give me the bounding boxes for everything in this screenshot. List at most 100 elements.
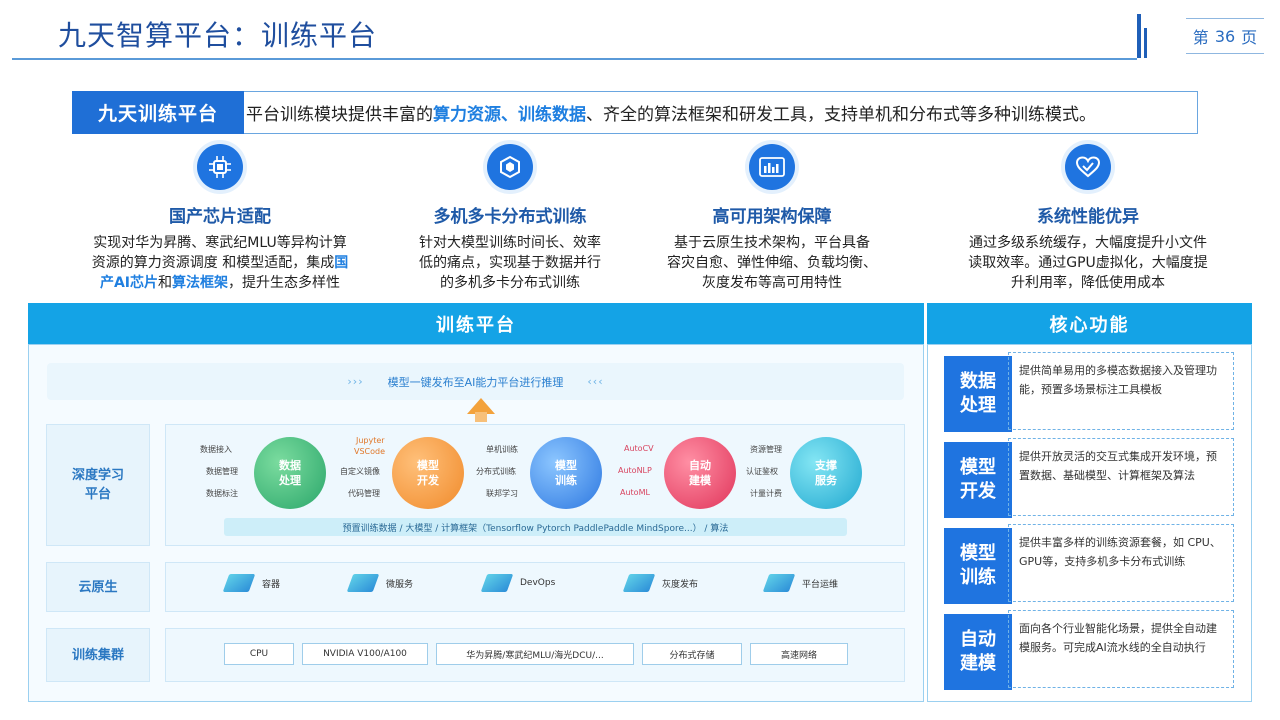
row-label-training-cluster: 训练集群 [46,628,150,682]
feature-chip-adaptation: 国产芯片适配 实现对华为昇腾、寒武纪MLU等异构计算 资源的算力资源调度 和模型… [70,144,370,293]
core-function-tag-line: 数据 [960,371,996,392]
cloud-item-label: DevOps [520,578,556,588]
core-functions-header: 核心功能 [927,303,1252,344]
container-icon [222,574,256,592]
up-arrow-stem [475,412,487,422]
cloud-item-label: 微服务 [386,579,414,590]
cube-network-icon [487,144,533,190]
core-function-tag: 自动 建模 [944,614,1012,690]
module-item: 单机训练 [486,445,518,454]
feature-desc-line: 容灾自愈、弹性伸缩、负载均衡、 [667,255,877,271]
feature-desc-join: 和 [158,275,173,291]
feature-desc: 针对大模型训练时间长、效率 低的痛点，实现基于数据并行 的多机多卡分布式训练 [360,233,660,293]
core-function-desc: 提供简单易用的多模态数据接入及管理功能，预置多场景标注工具模板 [1008,352,1234,430]
banner-text-b: 、齐全的算法框架和研发工具，支持单机和分布式等多种训练模式。 [586,105,1096,125]
row-label-cloud-native: 云原生 [46,562,150,612]
hardware-item: 华为昇腾/寒武纪MLU/海光DCU/... [436,643,634,665]
feature-desc-line: 读取效率。通过GPU虚拟化，大幅度提 [968,255,1208,271]
module-support-services: 支撑 服务 [790,437,862,509]
cloud-item-label: 平台运维 [802,579,839,590]
module-item: 数据管理 [206,467,238,476]
module-model-training: 模型 训练 [530,437,602,509]
feature-performance: 系统性能优异 通过多级系统缓存，大幅度提升小文件 读取效率。通过GPU虚拟化，大… [938,144,1238,293]
cloud-item-label: 容器 [262,579,281,590]
core-function-model-training: 模型 训练 提供丰富多样的训练资源套餐，如 CPU、 GPU等，支持多机多卡分布式… [944,524,1234,604]
module-item: AutoML [620,488,650,497]
core-function-tag-line: 模型 [960,543,996,564]
heart-check-icon [1065,144,1111,190]
module-item: 分布式训练 [476,467,516,476]
page-number-box: 第 36 页 [1186,18,1264,54]
module-label: 服务 [815,474,837,487]
module-item: 计量计费 [750,489,782,498]
intro-banner: 九天训练平台 平台训练模块提供丰富的算力资源、训练数据、齐全的算法框架和研发工具… [72,90,1198,134]
feature-desc: 通过多级系统缓存，大幅度提升小文件 读取效率。通过GPU虚拟化，大幅度提 升利用… [938,233,1238,293]
module-label: 训练 [555,474,577,487]
banner-highlight-compute: 算力资源 [433,105,501,125]
module-label: 建模 [689,474,711,487]
module-item: 联邦学习 [486,489,518,498]
ops-icon [762,574,796,592]
core-function-desc: 提供开放灵活的交互式集成开发环境，预置数据、基础模型、计算框架及算法 [1008,438,1234,516]
row-label-deep-learning: 深度学习 平台 [46,424,150,546]
module-item: AutoNLP [618,466,652,475]
module-label: 开发 [417,474,439,487]
cloud-item: 容器 [222,574,281,592]
publish-bar: ››› 模型一键发布至AI能力平台进行推理 ‹‹‹ [47,363,904,400]
row-label-line: 平台 [84,487,111,502]
arrow-left-decoration: ‹‹‹ [587,375,604,388]
feature-distributed-training: 多机多卡分布式训练 针对大模型训练时间长、效率 低的痛点，实现基于数据并行 的多… [360,144,660,293]
core-function-tag-line: 自动 [960,629,996,650]
core-function-desc: 提供丰富多样的训练资源套餐，如 CPU、 GPU等，支持多机多卡分布式训练 [1008,524,1234,602]
title-underline [12,58,1137,60]
module-item: Jupyter [356,436,385,445]
banner-highlight-sep: 、 [501,105,518,125]
core-function-tag-line: 处理 [960,395,996,416]
page-title: 九天智算平台：训练平台 [58,19,378,52]
feature-highlight: 国 [334,255,349,271]
gray-release-icon [622,574,656,592]
module-item: 代码管理 [348,489,380,498]
feature-highlight: 产AI芯片 [99,275,159,291]
feature-desc-line: 资源的算力资源调度 和模型适配，集成 [91,255,335,271]
module-item: 数据标注 [206,489,238,498]
feature-desc-line: 低的痛点，实现基于数据并行 [419,255,601,271]
module-item: 自定义镜像 [340,467,380,476]
feature-desc-line: 实现对华为昇腾、寒武纪MLU等异构计算 [93,235,347,251]
feature-desc: 实现对华为昇腾、寒武纪MLU等异构计算 资源的算力资源调度 和模型适配，集成国 … [70,233,370,293]
training-platform-header: 训练平台 [28,303,924,344]
core-function-tag-line: 开发 [960,481,996,502]
core-function-tag: 数据 处理 [944,356,1012,432]
feature-desc-line: 升利用率，降低使用成本 [1011,275,1165,291]
feature-title: 系统性能优异 [1037,207,1139,227]
chip-icon [197,144,243,190]
title-accent-bar-2 [1144,28,1147,58]
module-label: 数据 [279,459,301,472]
feature-title: 高可用架构保障 [712,207,832,227]
core-function-data-processing: 数据处理 提供简单易用的多模态数据接入及管理功能，预置多场景标注工具模板 [944,352,1234,432]
row-label-line: 深度学习 [71,468,124,483]
core-function-tag-line: 建模 [960,653,996,674]
page-suffix: 页 [1241,28,1258,47]
module-data-processing: 数据 处理 [254,437,326,509]
cloud-item: 微服务 [346,574,414,592]
feature-title: 多机多卡分布式训练 [433,207,587,227]
hardware-item: 分布式存储 [642,643,742,665]
arrow-right-decoration: ››› [347,375,364,388]
module-item: 资源管理 [750,445,782,454]
banner-text-a: 平台训练模块提供丰富的 [246,105,433,125]
banner-tag: 九天训练平台 [72,90,244,134]
module-item: 认证鉴权 [746,467,778,476]
feature-highlight: 算法框架 [172,275,229,291]
module-label: 处理 [279,474,301,487]
module-item: 数据接入 [200,445,232,454]
feature-desc-line: 灰度发布等高可用特性 [702,275,842,291]
hardware-item: 高速网络 [750,643,848,665]
feature-desc-line: 通过多级系统缓存，大幅度提升小文件 [969,235,1207,251]
module-item: VSCode [354,447,386,456]
core-function-auto-modeling: 自动 建模 面向各个行业智能化场景，提供全自动建模服务。可完成AI流水线的全自动执… [944,610,1234,690]
feature-title: 国产芯片适配 [169,207,271,227]
banner-text: 平台训练模块提供丰富的算力资源、训练数据、齐全的算法框架和研发工具，支持单机和分… [244,100,1096,125]
resource-strip: 预置训练数据 / 大模型 / 计算框架（Tensorflow Pytorch P… [224,518,847,536]
core-function-tag: 模型 训练 [944,528,1012,604]
